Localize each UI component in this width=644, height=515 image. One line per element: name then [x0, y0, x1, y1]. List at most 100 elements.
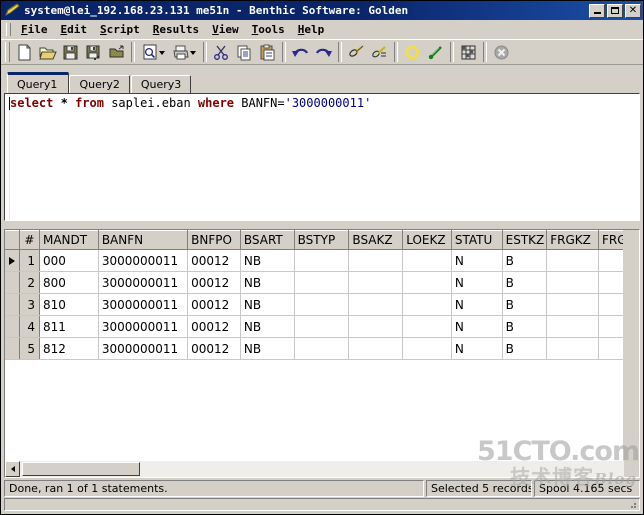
redo-icon[interactable] — [312, 41, 335, 63]
menu-item-view[interactable]: View — [206, 22, 246, 37]
sql-editor[interactable]: select * from saplei.eban where BANFN='3… — [4, 93, 640, 221]
cell-frgkz[interactable] — [546, 271, 600, 294]
cell-frgzu[interactable] — [598, 271, 624, 294]
new-icon[interactable] — [13, 41, 36, 63]
row-number[interactable]: 1 — [19, 249, 40, 272]
resize-grip-icon[interactable] — [625, 497, 637, 509]
grid-icon[interactable] — [457, 41, 480, 63]
cell-banfn[interactable]: 3000000011 — [98, 249, 189, 272]
menu-item-help[interactable]: Help — [292, 22, 332, 37]
cell-frgzu[interactable] — [598, 249, 624, 272]
cell-frgkz[interactable] — [546, 315, 600, 338]
menu-item-results[interactable]: Results — [147, 22, 206, 37]
cell-bstyp[interactable] — [294, 293, 350, 316]
cell-bsart[interactable]: NB — [240, 315, 295, 338]
menu-item-edit[interactable]: Edit — [55, 22, 95, 37]
cell-frgzu[interactable] — [598, 315, 624, 338]
open-folder-icon[interactable] — [36, 41, 59, 63]
cell-banfn[interactable]: 3000000011 — [98, 293, 189, 316]
print-preview-icon[interactable] — [138, 41, 169, 63]
menu-item-tools[interactable]: Tools — [246, 22, 292, 37]
copy-icon[interactable] — [233, 41, 256, 63]
table-row[interactable]: 1 000 3000000011 00012 NB N B — [5, 249, 624, 272]
header-select-corner[interactable] — [5, 230, 20, 250]
row-selector[interactable] — [5, 249, 20, 272]
row-selector[interactable] — [5, 337, 20, 360]
commit-icon[interactable] — [424, 41, 447, 63]
table-row[interactable]: 5 812 3000000011 00012 NB N B — [5, 337, 624, 360]
close-button[interactable]: ✕ — [625, 3, 641, 18]
cell-bsakz[interactable] — [348, 249, 404, 272]
menu-item-script[interactable]: Script — [94, 22, 147, 37]
cell-statu[interactable]: N — [451, 315, 503, 338]
column-header-estkz[interactable]: ESTKZ — [502, 230, 548, 250]
save-icon[interactable] — [59, 41, 82, 63]
row-selector[interactable] — [5, 293, 20, 316]
cell-bnfpo[interactable]: 00012 — [187, 271, 241, 294]
cell-loekz[interactable] — [402, 293, 452, 316]
cell-bsart[interactable]: NB — [240, 293, 295, 316]
row-selector[interactable] — [5, 315, 20, 338]
cell-mandt[interactable]: 000 — [39, 249, 99, 272]
column-header-frgzu[interactable]: FRGZU — [598, 230, 624, 250]
cell-bnfpo[interactable]: 00012 — [187, 293, 241, 316]
menu-item-file[interactable]: File — [15, 22, 55, 37]
print-icon[interactable] — [169, 41, 200, 63]
cell-estkz[interactable]: B — [502, 271, 548, 294]
tab-query2[interactable]: Query2 — [69, 75, 130, 93]
cell-loekz[interactable] — [402, 337, 452, 360]
cell-bstyp[interactable] — [294, 337, 350, 360]
cell-loekz[interactable] — [402, 315, 452, 338]
row-number[interactable]: 3 — [19, 293, 40, 316]
menu-grip[interactable] — [6, 22, 11, 36]
cut-icon[interactable] — [210, 41, 233, 63]
horizontal-scroll-thumb[interactable] — [22, 462, 140, 476]
column-header-bnfpo[interactable]: BNFPO — [187, 230, 241, 250]
cell-banfn[interactable]: 3000000011 — [98, 337, 189, 360]
column-header-index[interactable]: # — [19, 230, 40, 250]
cell-bsakz[interactable] — [348, 337, 404, 360]
cell-estkz[interactable]: B — [502, 315, 548, 338]
grid-horizontal-scrollbar[interactable] — [5, 461, 624, 477]
cell-statu[interactable]: N — [451, 337, 503, 360]
cell-bsakz[interactable] — [348, 293, 404, 316]
cell-mandt[interactable]: 810 — [39, 293, 99, 316]
cell-frgzu[interactable] — [598, 337, 624, 360]
row-number[interactable]: 5 — [19, 337, 40, 360]
cell-bstyp[interactable] — [294, 315, 350, 338]
scroll-left-button[interactable] — [5, 461, 20, 477]
execute-script-icon[interactable] — [368, 41, 391, 63]
cell-bsart[interactable]: NB — [240, 337, 295, 360]
cell-bnfpo[interactable]: 00012 — [187, 249, 241, 272]
cell-bnfpo[interactable]: 00012 — [187, 315, 241, 338]
cell-bnfpo[interactable]: 00012 — [187, 337, 241, 360]
cell-banfn[interactable]: 3000000011 — [98, 271, 189, 294]
cell-statu[interactable]: N — [451, 271, 503, 294]
cell-estkz[interactable]: B — [502, 337, 548, 360]
paste-icon[interactable] — [256, 41, 279, 63]
cell-mandt[interactable]: 811 — [39, 315, 99, 338]
column-header-statu[interactable]: STATU — [451, 230, 503, 250]
cell-statu[interactable]: N — [451, 249, 503, 272]
cell-frgkz[interactable] — [546, 337, 600, 360]
column-header-banfn[interactable]: BANFN — [98, 230, 189, 250]
cell-bsart[interactable]: NB — [240, 271, 295, 294]
undo-icon[interactable] — [289, 41, 312, 63]
column-header-bstyp[interactable]: BSTYP — [294, 230, 350, 250]
cell-bsart[interactable]: NB — [240, 249, 295, 272]
row-selector[interactable] — [5, 271, 20, 294]
column-header-frgkz[interactable]: FRGKZ — [546, 230, 600, 250]
cell-mandt[interactable]: 812 — [39, 337, 99, 360]
column-header-bsart[interactable]: BSART — [240, 230, 295, 250]
table-row[interactable]: 2 800 3000000011 00012 NB N B — [5, 271, 624, 294]
cell-estkz[interactable]: B — [502, 293, 548, 316]
tab-query3[interactable]: Query3 — [130, 75, 192, 93]
save-all-icon[interactable] — [82, 41, 105, 63]
tab-query1[interactable]: Query1 — [7, 72, 70, 93]
execute-icon[interactable] — [345, 41, 368, 63]
cell-bstyp[interactable] — [294, 271, 350, 294]
cell-bsakz[interactable] — [348, 315, 404, 338]
grid-vertical-scrollbar[interactable] — [623, 230, 639, 461]
open-script-icon[interactable] — [105, 41, 128, 63]
column-header-bsakz[interactable]: BSAKZ — [348, 230, 404, 250]
